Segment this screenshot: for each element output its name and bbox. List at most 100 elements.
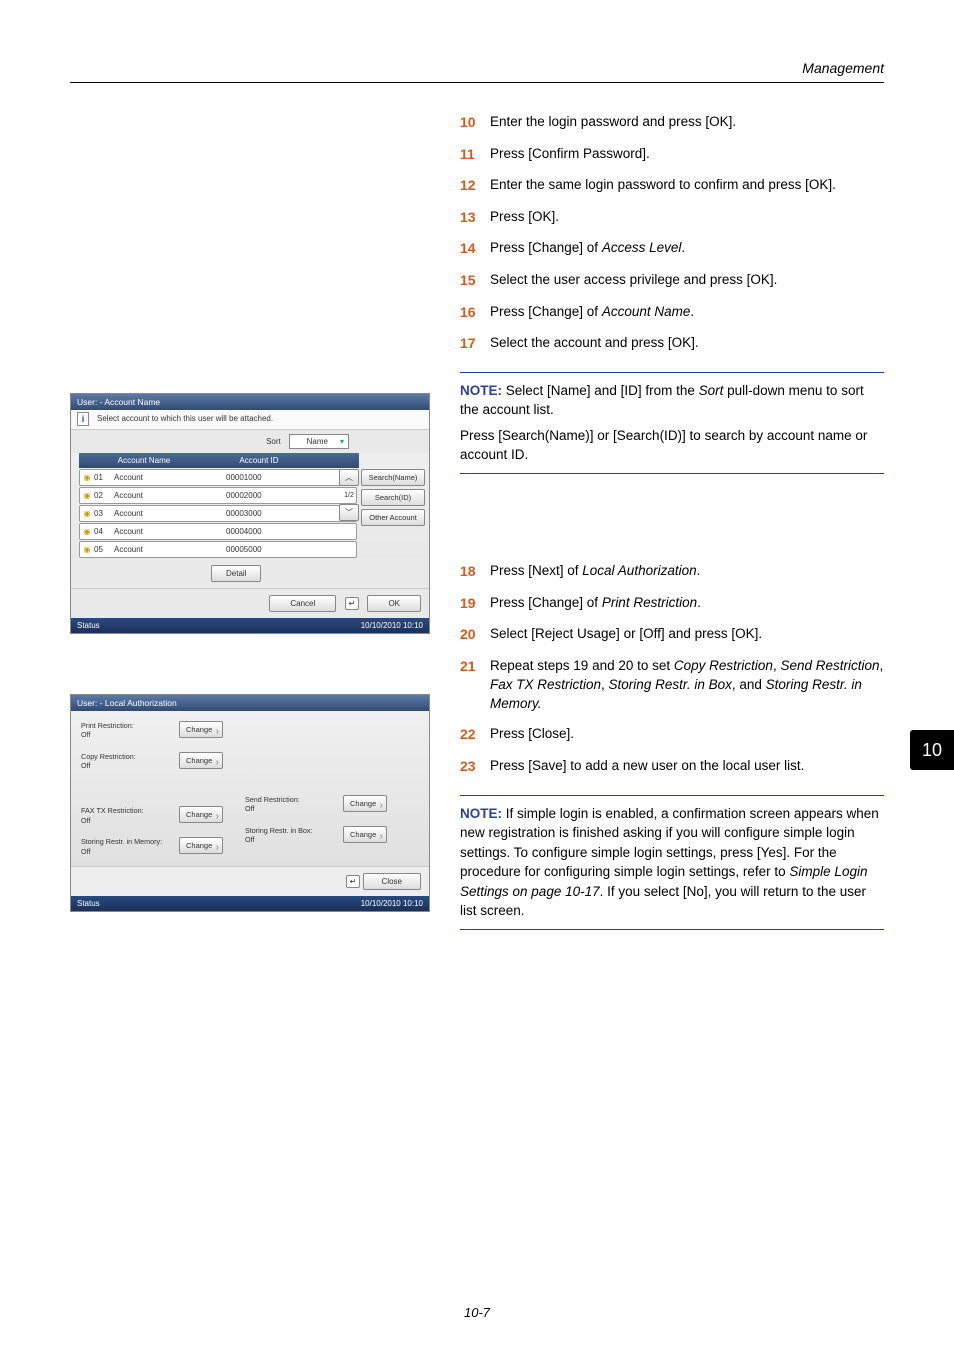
col-account-name: Account Name [79, 456, 209, 465]
step-number: 21 [460, 657, 490, 677]
left-column: User: - Account Name i Select account to… [70, 113, 430, 948]
step-item: 21Repeat steps 19 and 20 to set Copy Res… [460, 657, 884, 714]
cancel-button[interactable]: Cancel [269, 595, 336, 612]
other-account-button[interactable]: Other Account [361, 509, 425, 526]
change-button[interactable]: Change [343, 795, 387, 812]
page-number: 10-7 [0, 1305, 954, 1320]
step-number: 13 [460, 208, 490, 228]
step-text: Press [Change] of Print Restriction. [490, 594, 701, 613]
step-text: Press [Close]. [490, 725, 574, 744]
right-column: 10Enter the login password and press [OK… [460, 113, 884, 948]
step-item: 11Press [Confirm Password]. [460, 145, 884, 165]
row-num: 03 [94, 509, 110, 518]
detail-button[interactable]: Detail [211, 565, 261, 582]
row-name: Account [110, 509, 226, 518]
step-number: 19 [460, 594, 490, 614]
step-number: 17 [460, 334, 490, 354]
step-item: 20Select [Reject Usage] or [Off] and pre… [460, 625, 884, 645]
table-row[interactable]: ◉ 03 Account 00003000 [79, 505, 357, 522]
step-number: 10 [460, 113, 490, 133]
row-num: 02 [94, 491, 110, 500]
ok-button[interactable]: OK [367, 595, 421, 612]
row-name: Account [110, 491, 226, 500]
dialog1-title: User: - Account Name [71, 394, 429, 410]
sort-label: Sort [266, 437, 281, 446]
change-button[interactable]: Change [179, 806, 223, 823]
step-item: 17Select the account and press [OK]. [460, 334, 884, 354]
step-item: 23Press [Save] to add a new user on the … [460, 757, 884, 777]
step-text: Repeat steps 19 and 20 to set Copy Restr… [490, 657, 884, 714]
row-name: Account [110, 473, 226, 482]
restriction-label: Send Restriction: [245, 795, 337, 804]
step-item: 10Enter the login password and press [OK… [460, 113, 884, 133]
step-text: Select [Reject Usage] or [Off] and press… [490, 625, 762, 644]
step-text: Press [Confirm Password]. [490, 145, 650, 164]
row-num: 04 [94, 527, 110, 536]
table-row[interactable]: ◉ 01 Account 00001000 [79, 469, 357, 486]
step-text: Press [Change] of Account Name. [490, 303, 694, 322]
search-id-button[interactable]: Search(ID) [361, 489, 425, 506]
chevron-up-icon: ︿ [345, 472, 353, 483]
restriction-value: Off [81, 761, 173, 770]
restriction-value: Off [81, 847, 173, 856]
step-text: Select the account and press [OK]. [490, 334, 699, 353]
section-header: Management [70, 60, 884, 76]
scroll-down-button[interactable]: ﹀ [339, 504, 359, 521]
step-number: 22 [460, 725, 490, 745]
step-text: Enter the same login password to confirm… [490, 176, 836, 195]
status-label[interactable]: Status [77, 621, 100, 630]
account-icon: ◉ [80, 509, 94, 518]
restriction-value: Off [245, 804, 337, 813]
restriction-label: FAX TX Restriction: [81, 806, 173, 815]
enter-icon: ↵ [345, 597, 360, 610]
change-button[interactable]: Change [179, 752, 223, 769]
row-num: 01 [94, 473, 110, 482]
change-button[interactable]: Change [179, 721, 223, 738]
step-number: 11 [460, 145, 490, 165]
steps-list-b: 18Press [Next] of Local Authorization.19… [460, 562, 884, 777]
step-text: Press [OK]. [490, 208, 559, 227]
restriction-label: Storing Restr. in Memory: [81, 837, 173, 846]
step-number: 14 [460, 239, 490, 259]
account-table-header: Account Name Account ID [79, 453, 359, 468]
step-number: 23 [460, 757, 490, 777]
page-indicator: 1/2 [344, 488, 354, 502]
row-id: 00005000 [226, 545, 326, 554]
restriction-value: Off [81, 816, 173, 825]
table-row[interactable]: ◉ 04 Account 00004000 [79, 523, 357, 540]
step-text: Select the user access privilege and pre… [490, 271, 777, 290]
step-item: 22Press [Close]. [460, 725, 884, 745]
scroll-up-button[interactable]: ︿ [339, 469, 359, 486]
status-label[interactable]: Status [77, 899, 100, 908]
restriction-label: Storing Restr. in Box: [245, 826, 337, 835]
sort-dropdown[interactable]: Name [289, 434, 349, 449]
note-label: NOTE: [460, 383, 502, 398]
chapter-tab: 10 [910, 730, 954, 770]
note1-line1: Select [Name] and [ID] from the Sort pul… [460, 383, 864, 418]
step-item: 15Select the user access privilege and p… [460, 271, 884, 291]
dialog-account-name: User: - Account Name i Select account to… [70, 393, 430, 634]
dialog-local-authorization: User: - Local Authorization Print Restri… [70, 694, 430, 912]
step-number: 18 [460, 562, 490, 582]
col-account-id: Account ID [209, 456, 309, 465]
table-row[interactable]: ◉ 05 Account 00005000 [79, 541, 357, 558]
step-number: 16 [460, 303, 490, 323]
enter-icon: ↵ [346, 875, 361, 888]
close-button[interactable]: Close [363, 873, 421, 890]
steps-list-a: 10Enter the login password and press [OK… [460, 113, 884, 354]
change-button[interactable]: Change [343, 826, 387, 843]
step-item: 14Press [Change] of Access Level. [460, 239, 884, 259]
step-item: 18Press [Next] of Local Authorization. [460, 562, 884, 582]
note-label: NOTE: [460, 806, 502, 821]
step-number: 15 [460, 271, 490, 291]
status-datetime: 10/10/2010 10:10 [361, 621, 423, 630]
step-text: Press [Next] of Local Authorization. [490, 562, 700, 581]
table-row[interactable]: ◉ 02 Account 00002000 [79, 487, 357, 504]
step-text: Enter the login password and press [OK]. [490, 113, 736, 132]
restriction-value: Off [81, 730, 173, 739]
change-button[interactable]: Change [179, 837, 223, 854]
step-item: 19Press [Change] of Print Restriction. [460, 594, 884, 614]
account-icon: ◉ [80, 527, 94, 536]
search-name-button[interactable]: Search(Name) [361, 469, 425, 486]
note1-line2: Press [Search(Name)] or [Search(ID)] to … [460, 428, 867, 463]
